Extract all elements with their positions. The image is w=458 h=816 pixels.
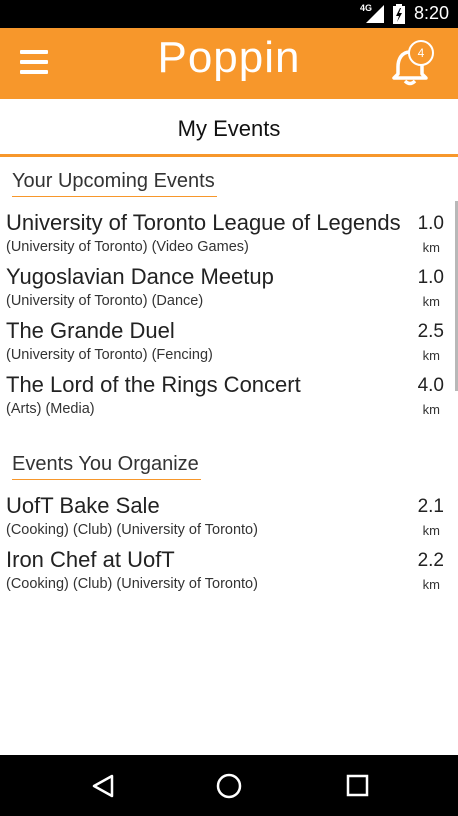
upcoming-events-list[interactable]: University of Toronto League of Legends … [0, 207, 458, 430]
event-row[interactable]: The Lord of the Rings Concert (Arts) (Me… [0, 369, 458, 423]
event-name: University of Toronto League of Legends [6, 210, 401, 235]
home-button[interactable] [214, 771, 244, 801]
event-tags: (University of Toronto) (Video Games) [6, 239, 249, 255]
organized-events-list[interactable]: UofT Bake Sale (Cooking) (Club) (Univers… [0, 490, 458, 610]
event-name: Yugoslavian Dance Meetup [6, 264, 274, 289]
event-distance: 2.2 [417, 550, 444, 571]
event-distance-unit: km [422, 523, 440, 538]
event-distance: 2.5 [417, 321, 444, 342]
event-tags: (University of Toronto) (Dance) [6, 293, 204, 309]
event-distance-unit: km [422, 348, 440, 363]
home-circle-icon [216, 773, 242, 799]
event-distance-unit: km [422, 240, 440, 255]
event-distance: 1.0 [417, 267, 444, 288]
event-tags: (Arts) (Media) [6, 401, 95, 417]
event-row[interactable]: Iron Chef at UofT (Cooking) (Club) (Univ… [0, 544, 458, 598]
event-distance-unit: km [422, 577, 440, 592]
back-button[interactable] [88, 771, 118, 801]
event-distance: 1.0 [417, 213, 444, 234]
event-name: UofT Bake Sale [6, 493, 160, 518]
event-distance: 4.0 [417, 375, 444, 396]
notification-badge: 4 [408, 40, 434, 66]
page-title: My Events [177, 116, 281, 141]
event-name: The Grande Duel [6, 318, 175, 343]
status-bar: 4G 8:20 [0, 0, 458, 28]
organize-section-title: Events You Organize [12, 453, 201, 480]
event-distance-unit: km [422, 402, 440, 417]
event-row[interactable]: The Grande Duel (University of Toronto) … [0, 315, 458, 369]
event-row[interactable]: UofT Bake Sale (Cooking) (Club) (Univers… [0, 490, 458, 544]
app-bar: Poppin 4 [0, 28, 458, 99]
event-tags: (Cooking) (Club) (University of Toronto) [6, 576, 258, 592]
event-tags: (University of Toronto) (Fencing) [6, 347, 213, 363]
recent-apps-button[interactable] [343, 771, 373, 801]
notifications-button[interactable]: 4 [390, 40, 434, 86]
upcoming-section-title: Your Upcoming Events [12, 170, 217, 197]
event-distance: 2.1 [417, 496, 444, 517]
recent-apps-square-icon [346, 774, 369, 797]
navigation-bar [0, 755, 458, 816]
signal-icon [366, 5, 384, 23]
event-row[interactable]: University of Toronto League of Legends … [0, 207, 458, 261]
battery-icon [393, 4, 405, 24]
back-triangle-icon [92, 774, 114, 798]
event-name: Iron Chef at UofT [6, 547, 175, 572]
event-distance-unit: km [422, 294, 440, 309]
page-header: My Events [0, 99, 458, 157]
event-name: The Lord of the Rings Concert [6, 372, 301, 397]
event-row[interactable]: Yugoslavian Dance Meetup (University of … [0, 261, 458, 315]
event-tags: (Cooking) (Club) (University of Toronto) [6, 522, 258, 538]
status-time: 8:20 [414, 3, 450, 23]
